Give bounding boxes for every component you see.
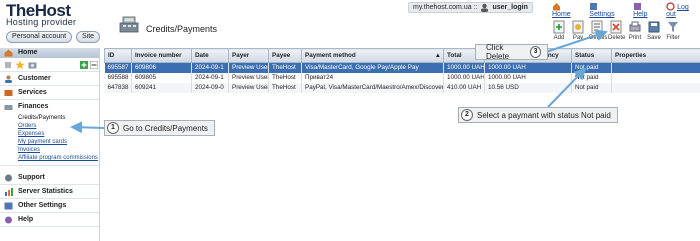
callout-step-1: 1 Go to Credits/Payments: [104, 120, 215, 136]
callout-step-2: 2 Select a paymant with status Not paid: [458, 107, 618, 123]
arrow-to-status: [547, 67, 587, 108]
callout-text: Click Delete: [486, 43, 510, 61]
step-number: 3: [530, 46, 541, 58]
arrow-to-delete: [545, 29, 608, 53]
callout-step-3: Click Delete 3: [475, 43, 548, 61]
arrow-to-credits-payments: [70, 121, 105, 134]
callout-text: Go to Credits/Payments: [123, 123, 208, 133]
step-number: 2: [461, 109, 473, 121]
step-number: 1: [107, 122, 119, 134]
callout-text: Select a paymant with status Not paid: [477, 110, 611, 120]
